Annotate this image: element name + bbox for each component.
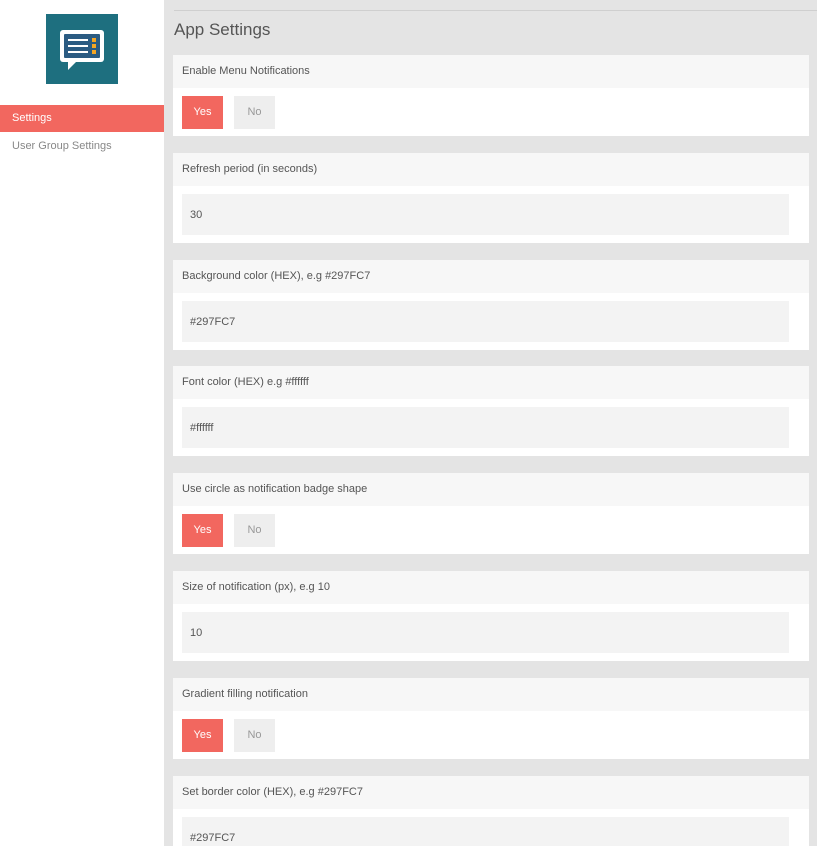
toggle-group: Yes No [173, 506, 809, 554]
setting-label: Size of notification (px), e.g 10 [173, 571, 809, 604]
setting-circle-badge-shape: Use circle as notification badge shape Y… [173, 473, 809, 554]
setting-label: Set border color (HEX), e.g #297FC7 [173, 776, 809, 809]
notification-list-icon [60, 30, 104, 70]
sidebar: Settings User Group Settings [0, 0, 164, 846]
setting-label: Font color (HEX) e.g #ffffff [173, 366, 809, 399]
sidebar-item-user-group-settings[interactable]: User Group Settings [0, 133, 164, 160]
toggle-group: Yes No [173, 88, 809, 136]
setting-refresh-period: Refresh period (in seconds) [173, 153, 809, 243]
page-title: App Settings [174, 20, 271, 39]
yes-button[interactable]: Yes [182, 719, 223, 752]
setting-font-color: Font color (HEX) e.g #ffffff [173, 366, 809, 456]
setting-label: Gradient filling notification [173, 678, 809, 711]
setting-enable-menu-notifications: Enable Menu Notifications Yes No [173, 55, 809, 136]
no-button[interactable]: No [234, 96, 275, 129]
divider [174, 10, 817, 11]
setting-label: Use circle as notification badge shape [173, 473, 809, 506]
setting-background-color: Background color (HEX), e.g #297FC7 [173, 260, 809, 350]
sidebar-item-settings[interactable]: Settings [0, 105, 164, 132]
setting-label: Enable Menu Notifications [173, 55, 809, 88]
toggle-group: Yes No [173, 711, 809, 759]
setting-label: Refresh period (in seconds) [173, 153, 809, 186]
font-color-input[interactable] [182, 407, 789, 448]
setting-border-color: Set border color (HEX), e.g #297FC7 [173, 776, 809, 846]
setting-label: Background color (HEX), e.g #297FC7 [173, 260, 809, 293]
setting-notification-size: Size of notification (px), e.g 10 [173, 571, 809, 661]
app-logo [46, 14, 118, 84]
refresh-period-input[interactable] [182, 194, 789, 235]
no-button[interactable]: No [234, 719, 275, 752]
yes-button[interactable]: Yes [182, 514, 223, 547]
notification-size-input[interactable] [182, 612, 789, 653]
main-content: App Settings Enable Menu Notifications Y… [164, 0, 817, 846]
setting-gradient-filling: Gradient filling notification Yes No [173, 678, 809, 759]
yes-button[interactable]: Yes [182, 96, 223, 129]
no-button[interactable]: No [234, 514, 275, 547]
background-color-input[interactable] [182, 301, 789, 342]
border-color-input[interactable] [182, 817, 789, 846]
